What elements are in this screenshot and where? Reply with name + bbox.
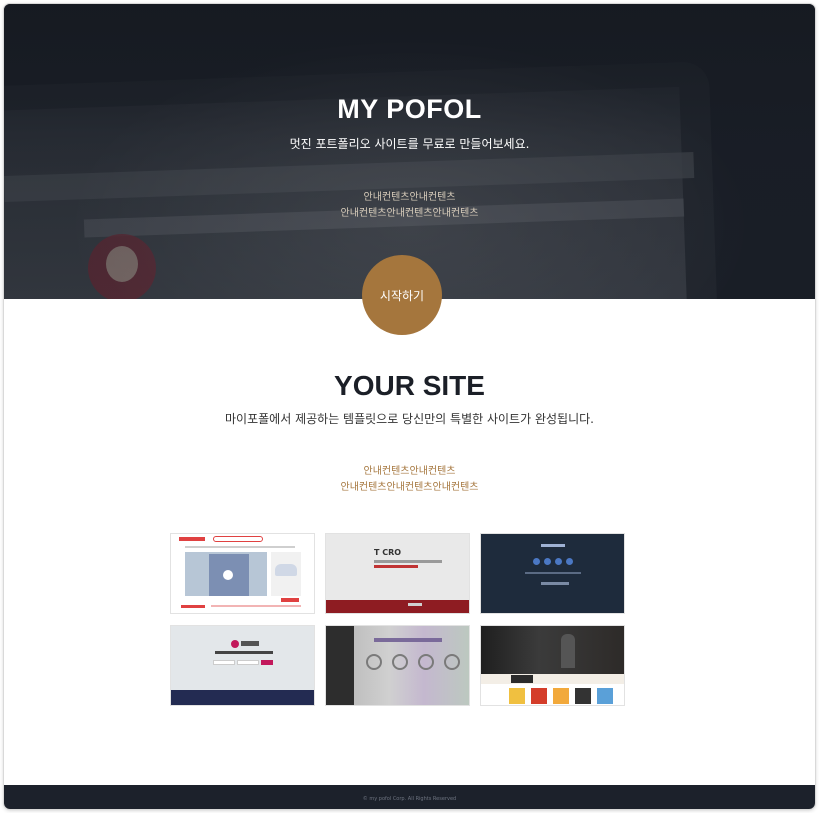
section-title: YOUR SITE [334, 370, 485, 401]
start-button[interactable]: 시작하기 [362, 255, 442, 335]
template-thumbnail-tcro[interactable]: T CRO [325, 533, 470, 614]
hero-info-text: 안내컨텐츠안내컨텐츠 안내컨텐츠안내컨텐츠안내컨텐츠 [4, 190, 815, 222]
footer-copyright: © my pofol Corp. All Rights Reserved [362, 796, 457, 802]
hero-title: MY POFOL [337, 94, 482, 124]
hero-info-line: 안내컨텐츠안내컨텐츠 [363, 192, 456, 203]
template-thumbnail-dark-portal[interactable] [480, 533, 625, 614]
section-subtitle: 마이포폴에서 제공하는 템플릿으로 당신만의 특별한 사이트가 완성됩니다. [225, 412, 594, 426]
hero-subtitle: 멋진 포트폴리오 사이트를 무료로 만들어보세요. [289, 137, 530, 151]
hero-info-line: 안내컨텐츠안내컨텐츠안내컨텐츠 [340, 208, 479, 219]
thumbnail-label: T CRO [374, 548, 402, 557]
logo-icon [231, 640, 239, 648]
template-thumbnail-media[interactable] [480, 625, 625, 706]
section-info-line: 안내컨텐츠안내컨텐츠안내컨텐츠 [340, 482, 479, 493]
template-thumbnail-grid: T CRO [170, 533, 626, 707]
section-info-text: 안내컨텐츠안내컨텐츠 안내컨텐츠안내컨텐츠안내컨텐츠 [4, 464, 815, 496]
template-thumbnail-shop[interactable] [170, 533, 315, 614]
template-thumbnail-it-portal[interactable] [325, 625, 470, 706]
page-footer: © my pofol Corp. All Rights Reserved [4, 785, 815, 809]
template-thumbnail-lg-login[interactable] [170, 625, 315, 706]
browser-page: MY POFOL 멋진 포트폴리오 사이트를 무료로 만들어보세요. 안내컨텐츠… [4, 4, 815, 809]
play-icon [223, 570, 233, 580]
section-info-line: 안내컨텐츠안내컨텐츠 [363, 466, 456, 477]
